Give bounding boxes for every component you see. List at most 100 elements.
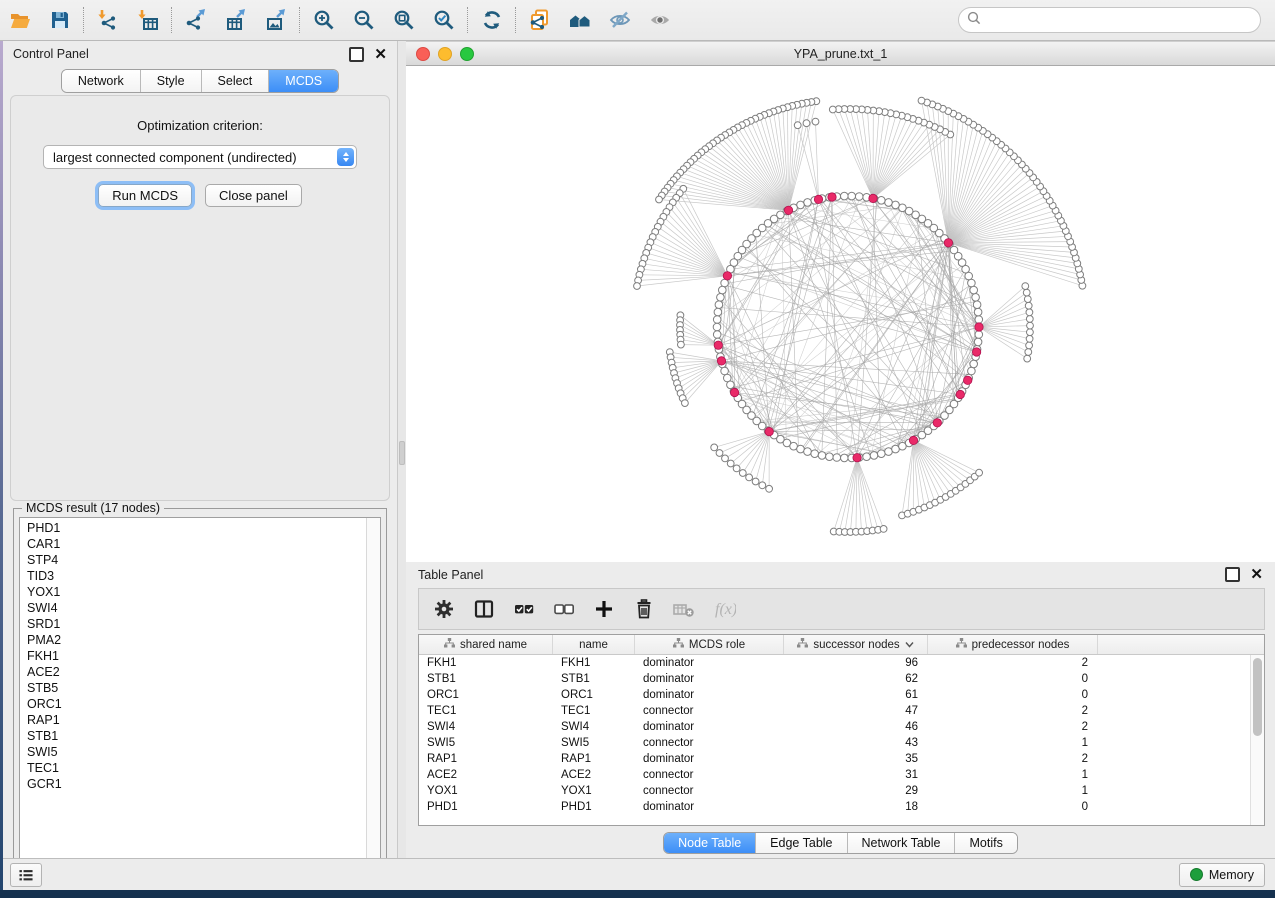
- splitter-grip[interactable]: [399, 441, 405, 465]
- table-row[interactable]: SWI5SWI5connector431: [419, 735, 1264, 751]
- result-node-item[interactable]: ACE2: [27, 664, 366, 680]
- table-row[interactable]: FKH1FKH1dominator962: [419, 655, 1264, 671]
- hide-selected-icon[interactable]: [600, 4, 640, 36]
- tab-node-table[interactable]: Node Table: [664, 833, 756, 853]
- result-node-item[interactable]: TID3: [27, 568, 366, 584]
- result-node-item[interactable]: PHD1: [27, 520, 366, 536]
- table-cell: TEC1: [553, 703, 635, 719]
- network-view-titlebar[interactable]: YPA_prune.txt_1: [406, 41, 1275, 66]
- export-image-icon[interactable]: [256, 4, 296, 36]
- network-graph[interactable]: [406, 66, 1275, 563]
- save-icon[interactable]: [40, 4, 80, 36]
- column-header-successor-nodes[interactable]: successor nodes: [784, 635, 928, 654]
- result-list-scrollbar[interactable]: [366, 518, 380, 871]
- table-cell: 96: [784, 655, 928, 671]
- result-node-item[interactable]: STB1: [27, 728, 366, 744]
- tab-network[interactable]: Network: [62, 70, 141, 92]
- table-row[interactable]: RAP1RAP1dominator352: [419, 751, 1264, 767]
- table-row[interactable]: STB1STB1dominator620: [419, 671, 1264, 687]
- column-header-name[interactable]: name: [553, 635, 635, 654]
- table-cell: 43: [784, 735, 928, 751]
- show-all-icon[interactable]: [640, 4, 680, 36]
- result-node-item[interactable]: ORC1: [27, 696, 366, 712]
- table-cell: 35: [784, 751, 928, 767]
- column-header-shared-name[interactable]: shared name: [419, 635, 553, 654]
- result-node-item[interactable]: PMA2: [27, 632, 366, 648]
- delete-table-disabled-icon[interactable]: [671, 596, 697, 622]
- result-node-item[interactable]: SWI5: [27, 744, 366, 760]
- desktop-wallpaper-sliver: [0, 41, 3, 890]
- main-toolbar: [0, 0, 1275, 41]
- table-header-row: shared namenameMCDS rolesuccessor nodesp…: [419, 635, 1264, 655]
- table-row[interactable]: ACE2ACE2connector311: [419, 767, 1264, 783]
- tab-mcds[interactable]: MCDS: [269, 70, 338, 92]
- run-mcds-button[interactable]: Run MCDS: [98, 184, 192, 207]
- table-row[interactable]: YOX1YOX1connector291: [419, 783, 1264, 799]
- float-panel-icon[interactable]: [349, 47, 364, 62]
- table-row[interactable]: ORC1ORC1dominator610: [419, 687, 1264, 703]
- export-network-icon[interactable]: [176, 4, 216, 36]
- export-table-icon[interactable]: [216, 4, 256, 36]
- zoom-out-icon[interactable]: [344, 4, 384, 36]
- tab-network-table[interactable]: Network Table: [848, 833, 956, 853]
- close-panel-icon[interactable]: ✕: [374, 49, 387, 60]
- table-panel-title: Table Panel: [418, 568, 483, 582]
- select-all-icon[interactable]: [511, 596, 537, 622]
- delete-column-icon[interactable]: [631, 596, 657, 622]
- import-network-icon[interactable]: [88, 4, 128, 36]
- result-node-item[interactable]: FKH1: [27, 648, 366, 664]
- float-table-panel-icon[interactable]: [1225, 567, 1240, 582]
- column-header-predecessor-nodes[interactable]: predecessor nodes: [928, 635, 1098, 654]
- memory-button[interactable]: Memory: [1179, 863, 1265, 887]
- column-view-icon[interactable]: [471, 596, 497, 622]
- result-node-item[interactable]: GCR1: [27, 776, 366, 792]
- table-cell: 18: [784, 799, 928, 815]
- gear-icon[interactable]: [431, 596, 457, 622]
- table-cell: [1098, 719, 1264, 735]
- toolbar-separator: [299, 7, 301, 33]
- mcds-result-list[interactable]: PHD1CAR1STP4TID3YOX1SWI4SRD1PMA2FKH1ACE2…: [19, 517, 381, 872]
- close-table-panel-icon[interactable]: ✕: [1250, 569, 1263, 580]
- table-cell: ORC1: [419, 687, 553, 703]
- search-box[interactable]: [958, 7, 1261, 33]
- result-node-item[interactable]: CAR1: [27, 536, 366, 552]
- close-panel-button[interactable]: Close panel: [205, 184, 302, 207]
- zoom-selected-icon[interactable]: [424, 4, 464, 36]
- function-builder-disabled-icon[interactable]: f(x): [711, 596, 737, 622]
- add-column-icon[interactable]: [591, 596, 617, 622]
- open-file-icon[interactable]: [0, 4, 40, 36]
- table-cell: SWI5: [419, 735, 553, 751]
- zoom-fit-icon[interactable]: [384, 4, 424, 36]
- import-table-icon[interactable]: [128, 4, 168, 36]
- result-node-item[interactable]: STP4: [27, 552, 366, 568]
- result-node-item[interactable]: YOX1: [27, 584, 366, 600]
- result-node-item[interactable]: RAP1: [27, 712, 366, 728]
- table-cell: [1098, 671, 1264, 687]
- tab-edge-table[interactable]: Edge Table: [756, 833, 847, 853]
- result-node-item[interactable]: TEC1: [27, 760, 366, 776]
- result-node-item[interactable]: STB5: [27, 680, 366, 696]
- result-node-item[interactable]: SRD1: [27, 616, 366, 632]
- table-cell: TEC1: [419, 703, 553, 719]
- search-input[interactable]: [986, 12, 1252, 28]
- table-scrollbar-thumb[interactable]: [1253, 658, 1262, 736]
- column-header-MCDS-role[interactable]: MCDS role: [635, 635, 784, 654]
- tab-style[interactable]: Style: [141, 70, 202, 92]
- clone-network-icon[interactable]: [520, 4, 560, 36]
- tab-select[interactable]: Select: [202, 70, 270, 92]
- tab-motifs[interactable]: Motifs: [955, 833, 1016, 853]
- refresh-icon[interactable]: [472, 4, 512, 36]
- show-panels-button[interactable]: [10, 863, 42, 887]
- network-edges: [637, 101, 1082, 532]
- optimization-criterion-select[interactable]: largest connected component (undirected): [43, 145, 357, 169]
- table-row[interactable]: TEC1TEC1connector472: [419, 703, 1264, 719]
- sort-chevron-icon[interactable]: [905, 639, 914, 651]
- first-neighbors-icon[interactable]: [560, 4, 600, 36]
- deselect-all-icon[interactable]: [551, 596, 577, 622]
- table-cell: dominator: [635, 799, 784, 815]
- table-scrollbar[interactable]: [1250, 655, 1264, 825]
- result-node-item[interactable]: SWI4: [27, 600, 366, 616]
- table-row[interactable]: SWI4SWI4dominator462: [419, 719, 1264, 735]
- zoom-in-icon[interactable]: [304, 4, 344, 36]
- table-row[interactable]: PHD1PHD1dominator180: [419, 799, 1264, 815]
